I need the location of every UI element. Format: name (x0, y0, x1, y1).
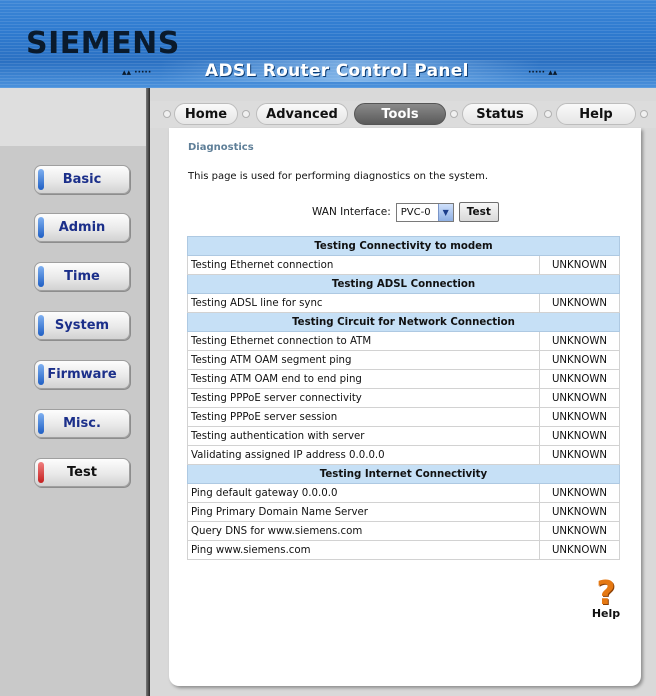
sidebar-item-time[interactable]: Time (34, 262, 130, 291)
test-name: Ping www.siemens.com (187, 540, 540, 560)
breadcrumb: Diagnostics (188, 142, 254, 153)
section-title: Testing Internet Connectivity (187, 464, 620, 484)
test-name: Testing authentication with server (187, 426, 540, 446)
brand-logo: SIEMENS (26, 26, 180, 61)
table-row: Testing Ethernet connection UNKNOWN (187, 255, 620, 275)
tab-help[interactable]: Help (556, 103, 636, 125)
sidebar-item-label: Misc. (63, 416, 101, 431)
sidebar-item-admin[interactable]: Admin (34, 213, 130, 242)
test-name: Ping default gateway 0.0.0.0 (187, 483, 540, 503)
test-name: Testing Ethernet connection (187, 255, 540, 275)
button-tab-icon (38, 413, 44, 434)
table-row: Testing PPPoE server connectivity UNKNOWN (187, 388, 620, 408)
sidebar-item-misc[interactable]: Misc. (34, 409, 130, 438)
sidebar-item-basic[interactable]: Basic (34, 165, 130, 194)
wan-interface-row: WAN Interface: PVC-0 ▼ Test (312, 202, 499, 222)
test-status: UNKNOWN (539, 540, 620, 560)
table-row: Testing Ethernet connection to ATM UNKNOW… (187, 331, 620, 351)
table-row: Testing ATM OAM end to end ping UNKNOWN (187, 369, 620, 389)
button-tab-icon (38, 364, 44, 385)
test-status: UNKNOWN (539, 331, 620, 351)
table-row: Testing authentication with server UNKNOW… (187, 426, 620, 446)
sidebar-item-system[interactable]: System (34, 311, 130, 340)
table-row: Query DNS for www.siemens.com UNKNOWN (187, 521, 620, 541)
chevron-down-icon[interactable]: ▼ (437, 203, 453, 221)
table-row: Ping default gateway 0.0.0.0 UNKNOWN (187, 483, 620, 503)
question-mark-icon: ? (596, 573, 616, 612)
test-name: Testing PPPoE server connectivity (187, 388, 540, 408)
test-name: Testing PPPoE server session (187, 407, 540, 427)
button-tab-icon (38, 315, 44, 336)
test-status: UNKNOWN (539, 521, 620, 541)
diagnostics-table: Testing Connectivity to modem Testing Eth… (187, 236, 620, 560)
tab-separator-icon (242, 110, 250, 118)
test-status: UNKNOWN (539, 293, 620, 313)
table-row: Testing PPPoE server session UNKNOWN (187, 407, 620, 427)
tab-separator-icon (640, 110, 648, 118)
button-tab-icon (38, 266, 44, 287)
tab-status[interactable]: Status (462, 103, 538, 125)
wan-interface-label: WAN Interface: (312, 206, 391, 218)
sidebar-item-label: System (54, 318, 110, 333)
button-tab-icon (38, 169, 44, 190)
page-description: This page is used for performing diagnos… (188, 171, 489, 182)
wan-interface-value: PVC-0 (400, 206, 431, 218)
table-section-header: Testing Connectivity to modem (187, 236, 620, 256)
tab-separator-icon (450, 110, 458, 118)
test-name: Query DNS for www.siemens.com (187, 521, 540, 541)
sidebar-item-label: Test (67, 465, 97, 480)
sidebar-item-label: Admin (58, 220, 106, 235)
help-link[interactable]: ? Help (588, 573, 624, 620)
test-name: Ping Primary Domain Name Server (187, 502, 540, 522)
sidebar-item-test[interactable]: Test (34, 458, 130, 487)
wan-interface-select[interactable]: PVC-0 ▼ (395, 202, 454, 222)
test-name: Testing Ethernet connection to ATM (187, 331, 540, 351)
table-section-header: Testing Internet Connectivity (187, 464, 620, 484)
test-status: UNKNOWN (539, 350, 620, 370)
test-name: Testing ADSL line for sync (187, 293, 540, 313)
tab-home[interactable]: Home (174, 103, 238, 125)
decor-dots-left: ▴▴ ····· (122, 68, 152, 78)
table-row: Ping Primary Domain Name Server UNKNOWN (187, 502, 620, 522)
tab-advanced[interactable]: Advanced (256, 103, 348, 125)
table-row: Validating assigned IP address 0.0.0.0 UN… (187, 445, 620, 465)
sidebar-item-firmware[interactable]: Firmware (34, 360, 130, 389)
test-status: UNKNOWN (539, 255, 620, 275)
test-status: UNKNOWN (539, 407, 620, 427)
test-button[interactable]: Test (458, 202, 499, 222)
section-title: Testing Connectivity to modem (187, 236, 620, 256)
test-name: Testing ATM OAM end to end ping (187, 369, 540, 389)
tab-separator-icon (163, 110, 171, 118)
table-section-header: Testing ADSL Connection (187, 274, 620, 294)
table-row: Testing ATM OAM segment ping UNKNOWN (187, 350, 620, 370)
sidebar-divider (146, 88, 150, 696)
button-tab-icon (38, 462, 44, 483)
header-banner: SIEMENS ▴▴ ····· ADSL Router Control Pan… (0, 0, 656, 88)
test-name: Testing ATM OAM segment ping (187, 350, 540, 370)
test-status: UNKNOWN (539, 502, 620, 522)
table-row: Testing ADSL line for sync UNKNOWN (187, 293, 620, 313)
test-status: UNKNOWN (539, 426, 620, 446)
button-tab-icon (38, 217, 44, 238)
table-row: Ping www.siemens.com UNKNOWN (187, 540, 620, 560)
test-status: UNKNOWN (539, 369, 620, 389)
sidebar-item-label: Time (64, 269, 100, 284)
test-status: UNKNOWN (539, 388, 620, 408)
section-title: Testing ADSL Connection (187, 274, 620, 294)
test-name: Validating assigned IP address 0.0.0.0 (187, 445, 540, 465)
help-label: Help (591, 607, 621, 620)
decor-dots-right: ····· ▴▴ (528, 68, 558, 78)
tab-separator-icon (544, 110, 552, 118)
sidebar-item-label: Basic (62, 172, 102, 187)
sidebar-item-label: Firmware (47, 367, 117, 382)
section-title: Testing Circuit for Network Connection (187, 312, 620, 332)
test-status: UNKNOWN (539, 445, 620, 465)
sidebar-top-strip (0, 88, 146, 146)
test-status: UNKNOWN (539, 483, 620, 503)
table-section-header: Testing Circuit for Network Connection (187, 312, 620, 332)
app-title: ADSL Router Control Panel (205, 61, 469, 81)
tab-tools[interactable]: Tools (354, 103, 446, 125)
